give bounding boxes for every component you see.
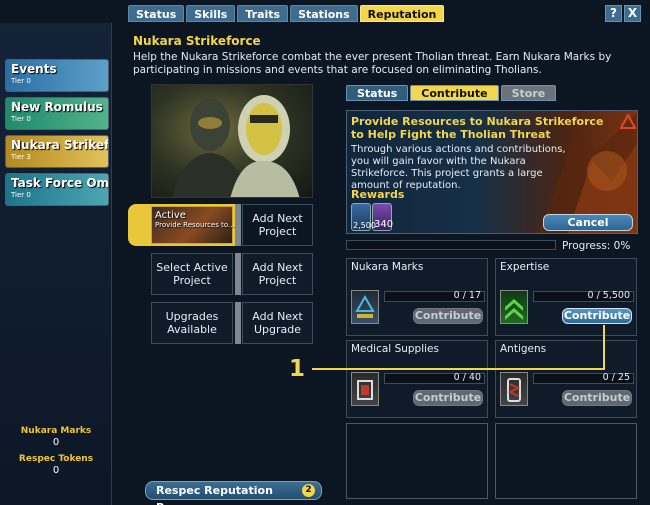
marks-label: Nukara Marks bbox=[20, 426, 92, 436]
contribution-name: Expertise bbox=[500, 261, 550, 273]
faction-tier: Tier 0 bbox=[11, 191, 31, 199]
contribution-value: 0 / 40 bbox=[453, 372, 481, 383]
contribute-button[interactable]: Contribute bbox=[413, 308, 483, 324]
faction-tier: Tier 3 bbox=[11, 153, 31, 161]
faction-name: New Romulus bbox=[11, 100, 103, 114]
contribution-name: Medical Supplies bbox=[351, 343, 439, 355]
marks-value: 0 bbox=[52, 437, 60, 448]
callout-number: 1 bbox=[289, 356, 306, 382]
reputation-window: Status Skills Traits Stations Reputation… bbox=[0, 0, 650, 505]
project-details: Provide Resources to Nukara Strikeforce … bbox=[346, 110, 638, 234]
faction-tier: Tier 0 bbox=[11, 115, 31, 123]
select-active-project-slot[interactable]: Select Active Project bbox=[151, 253, 233, 295]
contribute-button[interactable]: Contribute bbox=[562, 308, 632, 324]
contribution-name: Nukara Marks bbox=[351, 261, 424, 273]
tab-traits[interactable]: Traits bbox=[237, 5, 289, 22]
active-project-name: Provide Resources to... bbox=[155, 221, 235, 229]
faction-item-new-romulus[interactable]: New Romulus Tier 0 bbox=[5, 97, 109, 130]
slot-divider bbox=[235, 204, 241, 246]
tab-reputation[interactable]: Reputation bbox=[359, 5, 445, 22]
subtab-status[interactable]: Status bbox=[346, 85, 409, 101]
medical-supplies-icon bbox=[351, 372, 379, 406]
expertise-icon bbox=[500, 290, 528, 324]
tab-stations[interactable]: Stations bbox=[290, 5, 358, 22]
nukara-marks-icon bbox=[351, 290, 379, 324]
faction-sidebar: Events Tier 0 New Romulus Tier 0 Nukara … bbox=[0, 23, 112, 505]
active-project-slot[interactable]: Active Provide Resources to... bbox=[151, 206, 235, 244]
faction-name: Events bbox=[11, 62, 57, 76]
faction-item-nukara[interactable]: Nukara Strikef… Tier 3 bbox=[5, 135, 109, 168]
callout-line bbox=[312, 368, 605, 370]
faction-name: Nukara Strikef… bbox=[11, 138, 109, 152]
active-label: Active bbox=[155, 210, 186, 221]
contribute-button[interactable]: Contribute bbox=[413, 390, 483, 406]
tab-status[interactable]: Status bbox=[128, 5, 185, 22]
subtab-store[interactable]: Store bbox=[500, 85, 557, 101]
respec-tokens-value: 0 bbox=[52, 465, 60, 476]
contribute-button[interactable]: Contribute bbox=[562, 390, 632, 406]
faction-tier: Tier 0 bbox=[11, 77, 31, 85]
reward-dilithium-value: 340 bbox=[374, 219, 394, 230]
contribution-name: Antigens bbox=[500, 343, 547, 355]
project-title: Provide Resources to Nukara Strikeforce … bbox=[351, 115, 604, 141]
help-button[interactable]: ? bbox=[605, 5, 622, 22]
faction-name: Task Force Om… bbox=[11, 176, 109, 190]
slot-divider bbox=[235, 253, 241, 295]
upgrades-available-slot[interactable]: Upgrades Available bbox=[151, 302, 233, 344]
add-next-upgrade-slot[interactable]: Add Next Upgrade bbox=[242, 302, 313, 344]
contribution-value: 0 / 5,500 bbox=[587, 290, 630, 301]
contribution-card-antigens: Antigens 0 / 25 Contribute bbox=[495, 340, 637, 418]
close-button[interactable]: X bbox=[624, 5, 641, 22]
tab-skills[interactable]: Skills bbox=[186, 5, 236, 22]
contribution-card-medical-supplies: Medical Supplies 0 / 40 Contribute bbox=[346, 340, 488, 418]
respec-reputation-powers-button[interactable]: Respec Reputation Powers bbox=[145, 481, 322, 505]
faction-portrait bbox=[151, 84, 313, 198]
project-progress-text: Progress: 0% bbox=[562, 240, 631, 252]
faction-item-events[interactable]: Events Tier 0 bbox=[5, 59, 109, 92]
contribution-card-expertise: Expertise 0 / 5,500 Contribute bbox=[495, 258, 637, 336]
respec-tokens-label: Respec Tokens bbox=[18, 454, 94, 464]
page-title: Nukara Strikeforce bbox=[133, 34, 261, 48]
cancel-project-button[interactable]: Cancel Project bbox=[543, 214, 633, 233]
empty-contribution-slot bbox=[495, 423, 637, 499]
antigens-icon bbox=[500, 372, 528, 406]
callout-line bbox=[603, 325, 605, 370]
contribution-value: 0 / 25 bbox=[602, 372, 630, 383]
respec-count-badge: 2 bbox=[302, 484, 315, 497]
project-subtabs: Status Contribute Store bbox=[346, 85, 557, 101]
add-next-project-slot-1[interactable]: Add Next Project bbox=[242, 204, 313, 246]
empty-contribution-slot bbox=[346, 423, 488, 499]
project-description: Through various actions and contribution… bbox=[351, 144, 566, 191]
add-next-project-slot-2[interactable]: Add Next Project bbox=[242, 253, 313, 295]
contribution-value: 0 / 17 bbox=[453, 290, 481, 301]
alert-icon bbox=[620, 114, 636, 129]
subtab-contribute[interactable]: Contribute bbox=[410, 85, 499, 101]
rewards-label: Rewards bbox=[351, 188, 405, 201]
slot-divider bbox=[235, 302, 241, 344]
page-description: Help the Nukara Strikeforce combat the e… bbox=[133, 51, 612, 76]
top-tabs: Status Skills Traits Stations Reputation bbox=[128, 5, 445, 23]
faction-item-task-force-omega[interactable]: Task Force Om… Tier 0 bbox=[5, 173, 109, 206]
project-progress-bar bbox=[346, 240, 556, 250]
reward-reputation-value: 2,500 bbox=[353, 221, 376, 230]
contribution-card-nukara-marks: Nukara Marks 0 / 17 Contribute bbox=[346, 258, 488, 336]
